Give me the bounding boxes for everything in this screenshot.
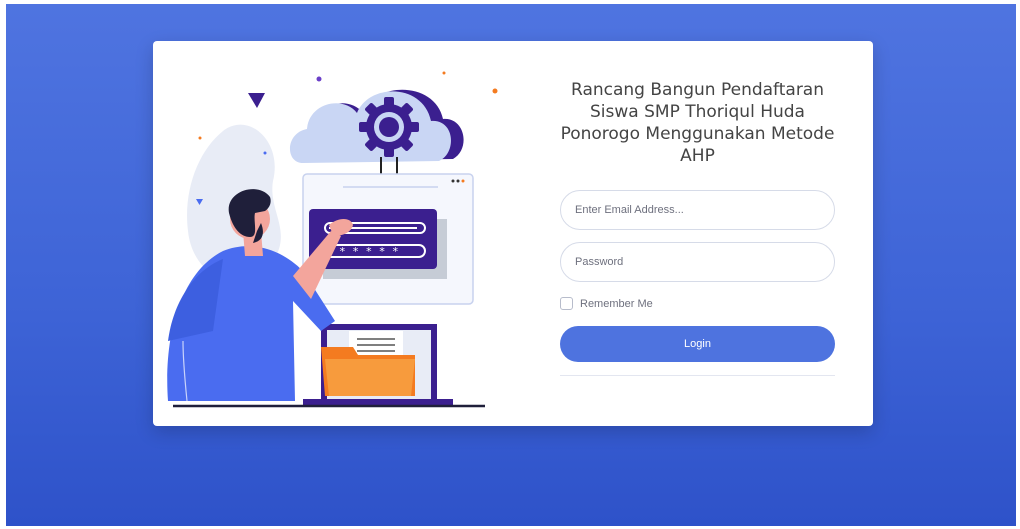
gear-icon — [359, 97, 419, 157]
login-button[interactable]: Login — [560, 326, 835, 362]
login-illustration: * * * * * — [167, 71, 498, 408]
decor-dot — [442, 71, 446, 75]
page-title: Rancang Bangun Pendaftaran Siswa SMP Tho… — [560, 80, 835, 166]
remember-label: Remember Me — [580, 297, 653, 310]
decor-dot — [316, 76, 322, 82]
login-card: * * * * * Rancang Bangun Pendaftaran Sis… — [153, 41, 873, 426]
divider — [560, 375, 835, 376]
decor-dot — [263, 151, 267, 155]
remember-me[interactable]: Remember Me — [560, 297, 653, 310]
svg-text:* * * * *: * * * * * — [339, 245, 399, 258]
decor-dot — [492, 88, 498, 94]
login-form: Rancang Bangun Pendaftaran Siswa SMP Tho… — [560, 41, 835, 426]
email-input[interactable] — [560, 190, 835, 230]
remember-checkbox[interactable] — [560, 297, 573, 310]
decor-dot — [198, 136, 202, 140]
password-input[interactable] — [560, 242, 835, 282]
decor-triangle — [248, 93, 265, 108]
